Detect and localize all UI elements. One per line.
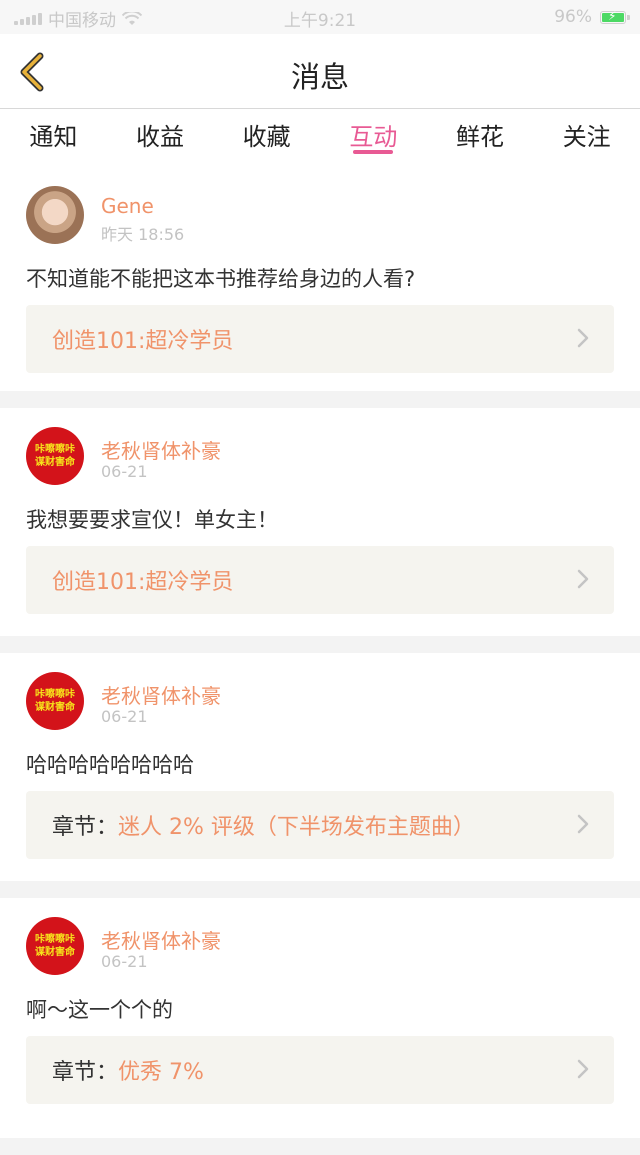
message-time: 06-21 (101, 707, 148, 726)
username[interactable]: 老秋肾体补豪 (101, 925, 221, 954)
message-card: 咔嚓嚓咔 谋财害命 老秋肾体补豪 06-21 哈哈哈哈哈哈哈哈 章节：迷人 2%… (0, 653, 640, 881)
tab-flowers[interactable]: 鲜花 (427, 109, 534, 167)
book-link[interactable]: 创造101:超冷学员 (26, 305, 614, 373)
avatar[interactable]: 咔嚓嚓咔 谋财害命 (26, 427, 84, 485)
chevron-right-icon (577, 1059, 589, 1079)
message-list: Gene 昨天 18:56 不知道能不能把这本书推荐给身边的人看? 创造101:… (0, 167, 640, 1155)
avatar[interactable]: 咔嚓嚓咔 谋财害命 (26, 917, 84, 975)
chapter-link[interactable]: 章节：优秀 7% (26, 1036, 614, 1104)
username[interactable]: 老秋肾体补豪 (101, 680, 221, 709)
link-prefix: 章节： (52, 1060, 119, 1085)
message-card: Gene 昨天 18:56 不知道能不能把这本书推荐给身边的人看? 创造101:… (0, 167, 640, 391)
battery-status: 96% ⚡ (554, 7, 630, 27)
book-link[interactable]: 创造101:超冷学员 (26, 546, 614, 614)
message-card: 咔嚓嚓咔 谋财害命 老秋肾体补豪 06-21 啊～这一个个的 章节：优秀 7% (0, 898, 640, 1138)
battery-icon: ⚡ (600, 9, 630, 24)
tab-earnings[interactable]: 收益 (107, 109, 214, 167)
username[interactable]: Gene (101, 194, 154, 218)
book-link-label: 创造101:超冷学员 (52, 323, 233, 355)
message-time: 昨天 18:56 (101, 225, 185, 244)
battery-percent: 96% (554, 7, 592, 27)
chevron-right-icon (577, 814, 589, 834)
message-time: 06-21 (101, 952, 148, 971)
message-time: 06-21 (101, 462, 148, 481)
tab-interactions[interactable]: 互动 (320, 109, 427, 167)
page-title: 消息 (290, 60, 349, 94)
chevron-right-icon (577, 328, 589, 348)
avatar-seal-line: 谋财害命 (35, 702, 75, 713)
message-text: 哈哈哈哈哈哈哈哈 (26, 753, 194, 777)
tab-following[interactable]: 关注 (533, 109, 640, 167)
tab-notifications[interactable]: 通知 (0, 109, 107, 167)
chapter-link-label: 章节：优秀 7% (52, 1054, 204, 1086)
avatar[interactable] (26, 186, 84, 244)
navigation-bar: 消息 (0, 34, 640, 109)
tab-bar: 通知 收益 收藏 互动 鲜花 关注 (0, 109, 640, 167)
avatar-seal-line: 咔嚓嚓咔 (35, 934, 75, 945)
avatar[interactable]: 咔嚓嚓咔 谋财害命 (26, 672, 84, 730)
message-text: 我想要要求宣仪！单女主！ (26, 508, 278, 532)
avatar-seal-line: 谋财害命 (35, 947, 75, 958)
link-text: 优秀 7% (118, 1060, 204, 1085)
message-text: 不知道能不能把这本书推荐给身边的人看? (26, 267, 416, 291)
username[interactable]: 老秋肾体补豪 (101, 435, 221, 464)
avatar-seal-line: 谋财害命 (35, 457, 75, 468)
link-text: 创造101:超冷学员 (52, 329, 234, 354)
message-text: 啊～这一个个的 (26, 998, 173, 1022)
status-time: 上午9:21 (283, 11, 357, 31)
message-card: 咔嚓嚓咔 谋财害命 老秋肾体补豪 06-21 我想要要求宣仪！单女主！ 创造10… (0, 408, 640, 636)
link-prefix: 章节： (52, 815, 119, 840)
avatar-seal-line: 咔嚓嚓咔 (35, 689, 75, 700)
chapter-link[interactable]: 章节：迷人 2% 评级（下半场发布主题曲） (26, 791, 614, 859)
chapter-link-label: 章节：迷人 2% 评级（下半场发布主题曲） (52, 809, 475, 841)
chevron-right-icon (577, 569, 589, 589)
link-text: 创造101:超冷学员 (52, 570, 234, 595)
status-bar: 中国移动 上午9:21 96% ⚡ (0, 0, 640, 34)
link-text: 迷人 2% 评级（下半场发布主题曲） (118, 815, 475, 840)
tab-favorites[interactable]: 收藏 (213, 109, 320, 167)
book-link-label: 创造101:超冷学员 (52, 564, 233, 596)
avatar-seal-line: 咔嚓嚓咔 (35, 444, 75, 455)
